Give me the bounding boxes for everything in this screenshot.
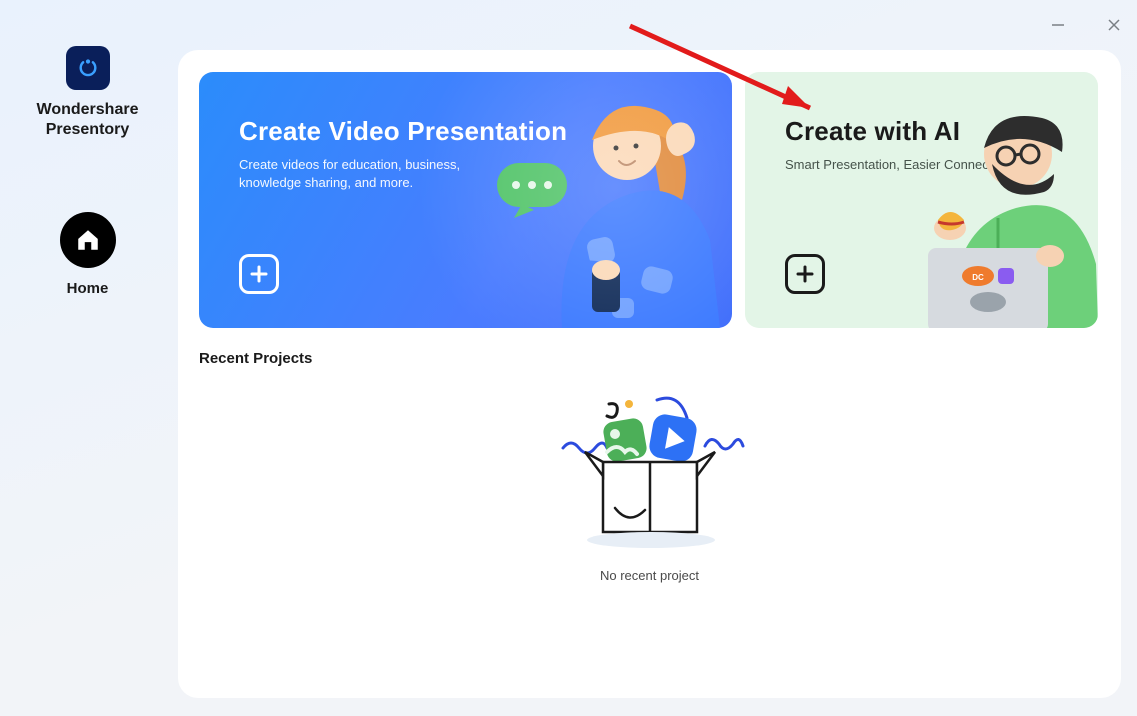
home-icon	[75, 227, 101, 253]
create-ai-plus-icon	[785, 254, 825, 294]
create-video-subtitle: Create videos for education, business, k…	[239, 156, 499, 192]
nav: Home	[0, 212, 175, 297]
cards-row: Create Video Presentation Create videos …	[199, 72, 1098, 328]
create-video-card[interactable]: Create Video Presentation Create videos …	[199, 72, 732, 328]
window-controls	[1043, 10, 1129, 40]
app-logo-icon	[66, 46, 110, 90]
close-button[interactable]	[1099, 10, 1129, 40]
app-name-line1: Wondershare	[37, 101, 139, 118]
nav-home-button[interactable]	[60, 212, 116, 268]
empty-state-text: No recent project	[600, 568, 699, 583]
video-card-illustration	[492, 72, 722, 328]
svg-text:DC: DC	[972, 273, 984, 282]
minimize-button[interactable]	[1043, 10, 1073, 40]
app-name-line2: Presentory	[46, 121, 130, 138]
create-video-title: Create Video Presentation	[239, 116, 567, 147]
empty-box-illustration	[555, 390, 745, 550]
create-ai-title: Create with AI	[785, 116, 960, 147]
main-panel: Create Video Presentation Create videos …	[178, 50, 1121, 698]
create-video-plus-icon	[239, 254, 279, 294]
app-name: Wondershare Presentory	[0, 100, 175, 140]
recent-projects-title: Recent Projects	[199, 350, 312, 367]
create-ai-card[interactable]: Create with AI Smart Presentation, Easie…	[745, 72, 1098, 328]
sidebar: Wondershare Presentory Home	[0, 0, 175, 297]
nav-home-label: Home	[67, 280, 109, 297]
create-ai-subtitle: Smart Presentation, Easier Connection.	[785, 156, 1013, 174]
empty-state: No recent project	[178, 390, 1121, 583]
